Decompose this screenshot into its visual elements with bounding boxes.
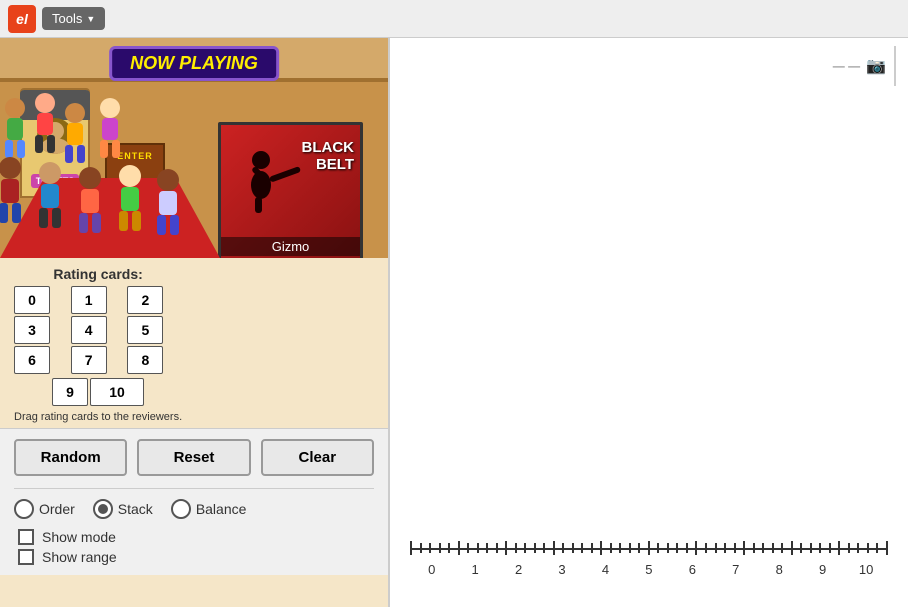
top-right-icons: — — 📷 (833, 46, 896, 86)
controls-area: Random Reset Clear Order Stack Balance (0, 428, 388, 575)
crowd-svg (0, 58, 220, 258)
rating-label: Rating cards: (14, 266, 182, 282)
rating-card-1[interactable]: 1 (71, 286, 107, 314)
nl-label-7: 7 (726, 562, 746, 577)
nl-label-2: 2 (509, 562, 529, 577)
rating-card-8[interactable]: 8 (127, 346, 163, 374)
nl-label-1: 1 (465, 562, 485, 577)
camera-icon[interactable]: 📷 (866, 56, 886, 76)
now-playing-sign: NOW PLAYING (109, 46, 279, 81)
right-panel: — — 📷 (390, 38, 908, 607)
nl-label-0: 0 (422, 562, 442, 577)
left-panel: NOW PLAYING TICKETS ENTER (0, 38, 390, 607)
rating-card-2[interactable]: 2 (127, 286, 163, 314)
rating-section: Rating cards: 0 1 2 3 4 5 6 7 8 9 1 (0, 258, 388, 428)
nl-label-8: 8 (769, 562, 789, 577)
movie-gizmo: Gizmo (221, 237, 360, 256)
rating-card-7[interactable]: 7 (71, 346, 107, 374)
radio-label-balance: Balance (196, 501, 247, 517)
checkbox-row: Show mode Show range (18, 529, 374, 565)
movie-title: BLACK BELT (285, 140, 354, 173)
radio-circle-stack (93, 499, 113, 519)
nl-label-3: 3 (552, 562, 572, 577)
minimize-icon[interactable]: — — (833, 59, 860, 73)
rating-card-6[interactable]: 6 (14, 346, 50, 374)
logo: el (8, 5, 36, 33)
checkbox-show-mode[interactable]: Show mode (18, 529, 374, 545)
tools-button[interactable]: Tools (42, 7, 105, 30)
checkbox-box-range (18, 549, 34, 565)
theater-building: TICKETS ENTER (0, 78, 388, 258)
radio-label-stack: Stack (118, 501, 153, 517)
main-content: NOW PLAYING TICKETS ENTER (0, 38, 908, 607)
radio-row: Order Stack Balance (14, 499, 374, 519)
number-line-track (410, 538, 888, 558)
checkbox-box-mode (18, 529, 34, 545)
nl-label-6: 6 (682, 562, 702, 577)
nl-label-5: 5 (639, 562, 659, 577)
crowd (0, 58, 220, 258)
checkbox-label-mode: Show mode (42, 529, 116, 545)
checkbox-show-range[interactable]: Show range (18, 549, 374, 565)
nl-label-4: 4 (595, 562, 615, 577)
number-line-labels: 0 1 2 3 4 5 6 7 8 9 10 (410, 562, 888, 577)
random-button[interactable]: Random (14, 439, 127, 476)
radio-stack[interactable]: Stack (93, 499, 153, 519)
reset-button[interactable]: Reset (137, 439, 250, 476)
radio-label-order: Order (39, 501, 75, 517)
clear-button[interactable]: Clear (261, 439, 374, 476)
rating-grid: 0 1 2 3 4 5 6 7 8 (14, 286, 182, 374)
logo-text: el (16, 11, 28, 27)
nl-label-9: 9 (813, 562, 833, 577)
divider (14, 488, 374, 489)
radio-circle-order (14, 499, 34, 519)
rating-card-0[interactable]: 0 (14, 286, 50, 314)
theater-area: NOW PLAYING TICKETS ENTER (0, 38, 388, 258)
rating-cards-container: Rating cards: 0 1 2 3 4 5 6 7 8 9 1 (14, 266, 182, 424)
drag-hint: Drag rating cards to the reviewers. (14, 410, 182, 424)
radio-balance[interactable]: Balance (171, 499, 247, 519)
radio-order[interactable]: Order (14, 499, 75, 519)
checkbox-label-range: Show range (42, 549, 117, 565)
radio-circle-balance (171, 499, 191, 519)
rating-card-9[interactable]: 9 (52, 378, 88, 406)
movie-poster: BLACK BELT Gizmo (218, 122, 363, 258)
tick-marks (410, 548, 888, 562)
rating-card-3[interactable]: 3 (14, 316, 50, 344)
nl-label-10: 10 (856, 562, 876, 577)
rating-card-5[interactable]: 5 (127, 316, 163, 344)
toolbar: el Tools (0, 0, 908, 38)
vertical-divider (894, 46, 896, 86)
rating-card-4[interactable]: 4 (71, 316, 107, 344)
number-line-area: 0 1 2 3 4 5 6 7 8 9 10 (410, 538, 888, 577)
rating-card-10[interactable]: 10 (90, 378, 144, 406)
button-row: Random Reset Clear (14, 439, 374, 476)
